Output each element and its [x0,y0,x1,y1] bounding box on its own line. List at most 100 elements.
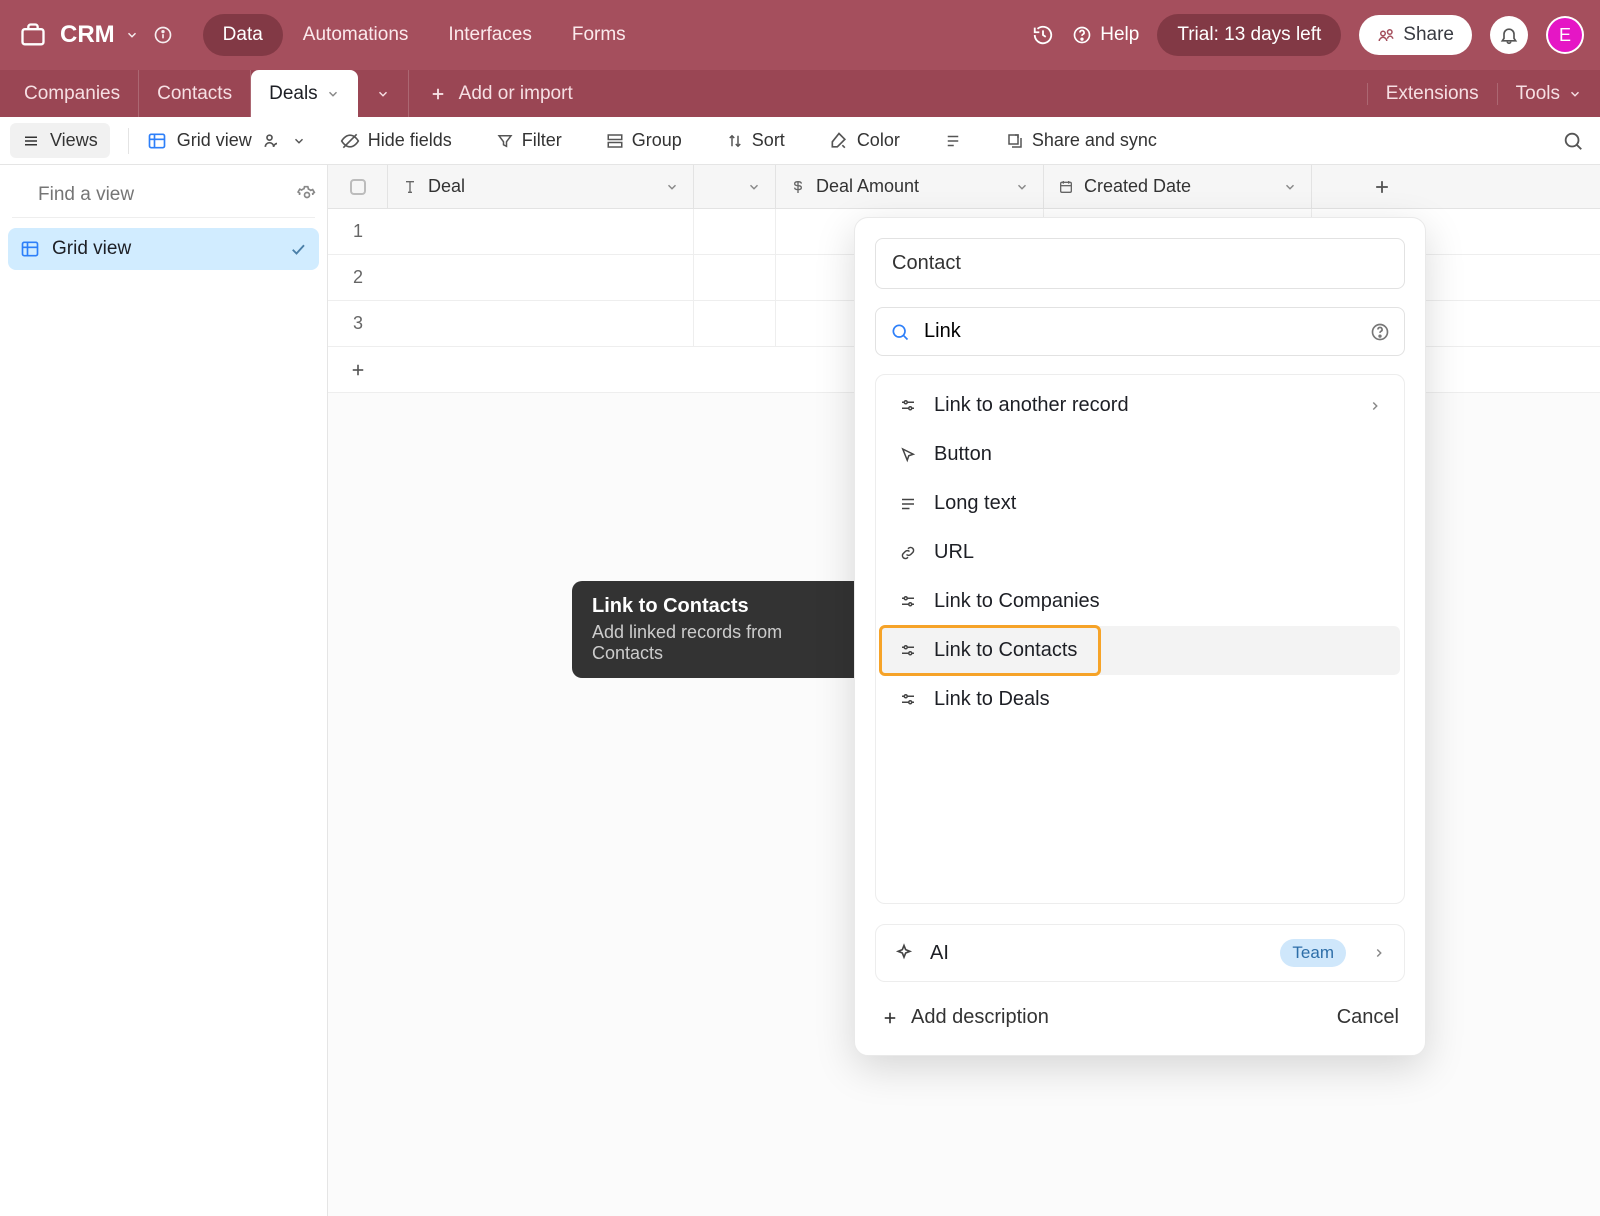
history-icon[interactable] [1032,24,1054,46]
field-type-url[interactable]: URL [880,528,1400,577]
tooltip-subtitle: Add linked records from Contacts [592,622,852,664]
extensions-button[interactable]: Extensions [1367,83,1497,105]
sliders-icon [898,397,918,415]
workspace-caret-icon[interactable] [125,28,139,42]
tab-automations[interactable]: Automations [283,14,429,56]
row-number: 3 [328,301,388,346]
currency-icon [790,179,806,195]
table-tab-deals[interactable]: Deals [251,70,358,117]
tooltip-title: Link to Contacts [592,595,852,618]
chevron-down-icon[interactable] [1015,180,1029,194]
info-icon[interactable] [153,25,173,45]
field-type-link-deals[interactable]: Link to Deals [880,675,1400,724]
ai-field-option[interactable]: AI Team [875,924,1405,982]
view-toolbar: Views Grid view Hide fields Filter Group… [0,117,1600,165]
row-number: 2 [328,255,388,300]
row-height-button[interactable] [934,126,972,156]
field-type-link-companies[interactable]: Link to Companies [880,577,1400,626]
longtext-icon [898,495,918,513]
field-type-button[interactable]: Button [880,430,1400,479]
help-label: Help [1100,24,1139,46]
add-or-import-button[interactable]: Add or import [409,70,593,117]
tab-data[interactable]: Data [203,14,283,56]
text-field-icon [402,179,418,195]
chevron-right-icon [1372,946,1386,960]
plus-icon [328,347,388,392]
grid-area: Deal Deal Amount Created Date 1 [328,165,1600,1216]
top-right: Help Trial: 13 days left Share E [1032,14,1584,56]
grid-icon [147,131,167,151]
top-tabs: Data Automations Interfaces Forms [203,14,646,56]
field-config-popup: Contact Link to another record Button [854,217,1426,1056]
checkbox-icon[interactable] [350,179,366,195]
column-deal[interactable]: Deal [388,165,694,208]
field-type-link-contacts[interactable]: Link to Contacts [880,626,1400,675]
trial-badge[interactable]: Trial: 13 days left [1157,14,1341,56]
share-label: Share [1403,24,1454,46]
chevron-right-icon [1368,399,1382,413]
top-bar: CRM Data Automations Interfaces Forms He… [0,0,1600,70]
column-deal-amount[interactable]: Deal Amount [776,165,1044,208]
avatar[interactable]: E [1546,16,1584,54]
tools-button[interactable]: Tools [1497,83,1600,105]
hide-fields-button[interactable]: Hide fields [330,124,462,157]
share-sync-button[interactable]: Share and sync [996,124,1167,157]
field-type-long-text[interactable]: Long text [880,479,1400,528]
find-view[interactable] [12,173,315,218]
chevron-down-icon[interactable] [665,180,679,194]
sort-button[interactable]: Sort [716,124,795,157]
cursor-icon [898,446,918,464]
color-button[interactable]: Color [819,124,910,157]
notifications-button[interactable] [1490,16,1528,54]
current-view[interactable]: Grid view [147,130,306,151]
filter-button[interactable]: Filter [486,124,572,157]
main: Grid view Deal Deal Amount Create [0,165,1600,1216]
help-button[interactable]: Help [1072,24,1139,46]
find-view-input[interactable] [36,183,285,207]
workspace-title[interactable]: CRM [60,21,115,49]
table-tab-companies[interactable]: Companies [6,70,139,117]
field-type-list: Link to another record Button Long text … [875,374,1405,904]
table-tab-contacts[interactable]: Contacts [139,70,251,117]
column-created-date[interactable]: Created Date [1044,165,1312,208]
sliders-icon [898,691,918,709]
chevron-down-icon[interactable] [292,134,306,148]
tooltip: Link to Contacts Add linked records from… [572,581,872,678]
field-type-search-input[interactable] [922,319,1358,344]
views-sidebar: Grid view [0,165,328,1216]
chevron-down-icon[interactable] [747,180,761,194]
column-blank[interactable] [694,165,776,208]
add-description-button[interactable]: Add description [881,1006,1049,1029]
share-button[interactable]: Share [1359,15,1472,55]
select-all-header[interactable] [328,165,388,208]
check-icon [289,240,307,258]
field-type-search[interactable] [875,307,1405,356]
link-icon [898,544,918,562]
sliders-icon [898,642,918,660]
avatar-initial: E [1548,18,1582,52]
help-icon[interactable] [1370,322,1390,342]
row-number: 1 [328,209,388,254]
gear-icon[interactable] [297,185,317,205]
workspace-icon[interactable] [16,18,50,52]
field-type-link-another-record[interactable]: Link to another record [880,381,1400,430]
field-name-input[interactable]: Contact [875,238,1405,289]
cancel-button[interactable]: Cancel [1337,1006,1399,1029]
sliders-icon [898,593,918,611]
table-tab-overflow[interactable] [358,70,409,117]
chevron-down-icon[interactable] [326,87,340,101]
tab-forms[interactable]: Forms [552,14,646,56]
search-icon [890,322,910,342]
add-column-button[interactable] [1312,165,1452,208]
chevron-down-icon[interactable] [1283,180,1297,194]
date-icon [1058,179,1074,195]
column-headers: Deal Deal Amount Created Date [328,165,1600,209]
team-badge: Team [1280,939,1346,967]
popup-footer: Add description Cancel [875,982,1405,1035]
views-button[interactable]: Views [10,123,110,158]
grid-icon [20,239,40,259]
tab-interfaces[interactable]: Interfaces [428,14,551,56]
group-button[interactable]: Group [596,124,692,157]
sidebar-view-grid[interactable]: Grid view [8,228,319,270]
search-button[interactable] [1556,124,1590,158]
